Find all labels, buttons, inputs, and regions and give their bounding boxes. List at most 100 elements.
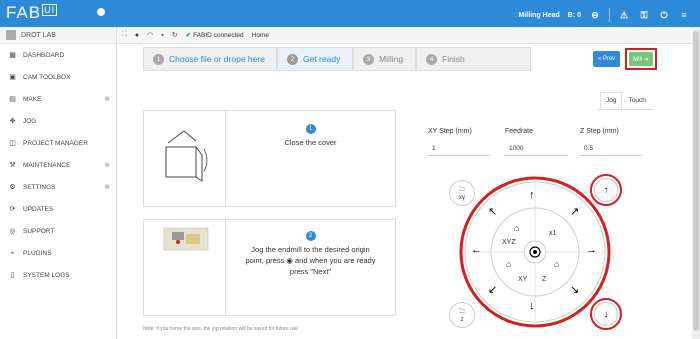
jog-tabs: Jog Touch	[600, 92, 652, 109]
scrollbar-thumb[interactable]	[693, 31, 699, 331]
step-finish[interactable]: 4 Finish	[416, 47, 531, 71]
sidebar-item-settings[interactable]: ⚙ SETTINGS ⊕	[0, 176, 116, 198]
feedrate-input[interactable]: 1000	[505, 142, 567, 156]
screen-icon[interactable]: ⛶	[122, 31, 127, 39]
globe-icon[interactable]: ●	[135, 32, 139, 39]
gear-icon: ⚙	[9, 184, 16, 191]
tab-jog[interactable]: Jog	[600, 92, 623, 109]
jog-up-left-arrow-icon[interactable]: ↖	[488, 207, 497, 218]
sidebar: DROT LAB ▦ DASHBOARD ▣ CAM TOOLBOX ▤ MAKE ⊕ …	[0, 27, 117, 339]
notification-icon[interactable]	[97, 8, 105, 16]
refresh-icon: ⟳	[9, 206, 16, 213]
home-xyz-label[interactable]: XYZ	[502, 239, 516, 246]
expand-icon[interactable]: ⊕	[104, 95, 110, 103]
sidebar-item-make[interactable]: ▤ MAKE ⊕	[0, 88, 116, 110]
refresh-icon[interactable]: ↻	[172, 31, 178, 39]
step-label: Get ready	[303, 54, 341, 64]
expand-icon[interactable]: ⊕	[104, 161, 110, 169]
sidebar-item-support[interactable]: ◎ SUPPORT	[0, 220, 116, 242]
home-z-wheel-icon[interactable]: ⌂	[554, 259, 559, 269]
jog-wheel: ↑ ↓ ← → ↖ ↗ ↙ ↘ ⌂ XYZ x1 ⌂ XY ⌂ Z	[458, 175, 612, 329]
step-badge: 2	[305, 231, 316, 241]
sidebar-item-updates[interactable]: ⟳ UPDATES	[0, 198, 116, 220]
step-label: Finish	[442, 54, 465, 64]
home-xy-wheel-label[interactable]: XY	[518, 276, 527, 283]
step-label: Milling	[379, 54, 404, 64]
lifebuoy-icon: ◎	[9, 228, 16, 235]
instruction-message: Close the cover	[284, 138, 337, 147]
instruction-text-1: 1 Close the cover	[226, 111, 395, 206]
mill-button[interactable]: Mill ➜	[629, 52, 653, 66]
top-navbar: FAB UI Milling Head B: 0 ⊖ ⚠ ⚿ ⏻ ≡	[0, 0, 700, 27]
power-icon[interactable]: ⏻	[658, 10, 670, 21]
menu-icon[interactable]: ≡	[678, 10, 690, 20]
fabid-status: ✔ FABID connected	[186, 31, 244, 39]
lock-icon[interactable]: ▪	[161, 32, 163, 39]
home-xyz-icon[interactable]: ⌂	[514, 223, 519, 233]
make-icon: ▤	[9, 96, 16, 103]
fabui-logo[interactable]: FAB UI	[6, 3, 58, 23]
jog-down-arrow-icon[interactable]: ↓	[529, 301, 535, 312]
sidebar-item-label: CAM TOOLBOX	[23, 73, 71, 81]
z-step-input[interactable]: 0.5	[580, 142, 642, 156]
step-get-ready[interactable]: 2 Get ready	[277, 47, 353, 71]
xy-step-input[interactable]: 1	[428, 142, 490, 156]
home-xy-wheel-icon[interactable]: ⌂	[506, 259, 511, 269]
plug-icon: ⌁	[10, 250, 15, 257]
jog-down-left-arrow-icon[interactable]: ↙	[488, 285, 497, 296]
user-panel[interactable]: DROT LAB	[0, 27, 116, 44]
scrollbar[interactable]	[692, 27, 700, 339]
sidebar-item-plugins[interactable]: ⌁ PLUGINS	[0, 242, 116, 264]
feedrate-field: Feedrate 1000	[505, 128, 567, 156]
avatar	[6, 30, 16, 40]
head-label: Milling Head	[518, 11, 560, 19]
sidebar-item-label: DASHBOARD	[23, 51, 65, 59]
gamepad-icon[interactable]: ⊖	[589, 10, 601, 21]
wizard-steps: 1 Choose file or drope here 2 Get ready 3M…	[143, 47, 531, 71]
instruction-panel-1: 1 Close the cover	[143, 110, 396, 207]
wifi-icon[interactable]: ◠	[147, 31, 153, 39]
jog-up-right-arrow-icon[interactable]: ↗	[570, 207, 579, 218]
topbar-right: Milling Head B: 0 ⊖ ⚠ ⚿ ⏻ ≡	[519, 8, 690, 22]
sidebar-item-system-logs[interactable]: ▯ SYSTEM LOGS	[0, 264, 116, 286]
jog-up-arrow-icon[interactable]: ↑	[529, 190, 535, 201]
step-choose-file[interactable]: 1 Choose file or drope here	[143, 47, 277, 71]
sidebar-item-project-manager[interactable]: ◫ PROJECT MANAGER	[0, 132, 116, 154]
expand-icon[interactable]: ⊕	[104, 183, 110, 191]
step-badge: 1	[305, 124, 316, 134]
check-icon: ✔	[185, 32, 192, 39]
prev-button[interactable]: « Prev	[593, 51, 620, 67]
jog-right-arrow-icon[interactable]: →	[586, 245, 597, 256]
instruction-panel-2: 2 Jog the endmill to the desired origin …	[143, 219, 396, 316]
xy-step-label: XY Step (mm)	[428, 128, 472, 135]
coords-label: B: 0	[567, 11, 581, 19]
home-z-wheel-label[interactable]: Z	[542, 276, 546, 283]
lock-icon[interactable]: ⚿	[638, 10, 650, 21]
sidebar-item-jog[interactable]: ✥ JOG	[0, 110, 116, 132]
sidebar-item-cam-toolbox[interactable]: ▣ CAM TOOLBOX	[0, 66, 116, 88]
step-number: 2	[287, 53, 298, 65]
wrench-icon: ⚒	[9, 162, 16, 169]
step-number: 4	[426, 53, 437, 65]
divider	[598, 109, 654, 110]
breadcrumb-home[interactable]: Home	[252, 32, 269, 39]
z-step-label: Z Step (mm)	[580, 128, 619, 135]
jog-icon: ✥	[9, 118, 16, 125]
step-milling[interactable]: 3 Milling	[353, 47, 416, 71]
home-note: Note: if you home the axis, the jog posi…	[143, 326, 299, 332]
tab-touch[interactable]: Touch	[622, 92, 651, 109]
sidebar-item-dashboard[interactable]: ▦ DASHBOARD	[0, 44, 116, 66]
sidebar-item-maintenance[interactable]: ⚒ MAINTENANCE ⊕	[0, 154, 116, 176]
dashboard-icon: ▦	[9, 52, 16, 59]
jog-down-right-arrow-icon[interactable]: ↘	[570, 285, 579, 296]
warning-icon[interactable]: ⚠	[618, 10, 630, 21]
jog-left-arrow-icon[interactable]: ←	[471, 245, 482, 256]
mill-button-highlight: Mill ➜	[625, 48, 657, 70]
fabid-status-text: FABID connected	[193, 32, 244, 39]
project-icon: ◫	[9, 140, 16, 147]
sidebar-item-label: SYSTEM LOGS	[23, 271, 70, 279]
sidebar-item-label: PLUGINS	[23, 249, 52, 257]
sidebar-item-label: MAKE	[23, 95, 42, 103]
multiplier-label[interactable]: x1	[549, 230, 556, 237]
sidebar-item-label: SETTINGS	[23, 183, 56, 191]
